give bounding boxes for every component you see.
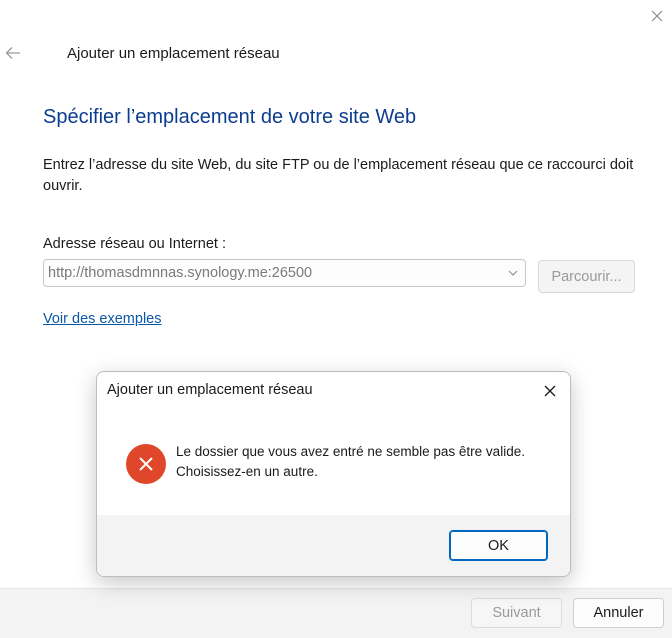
back-button[interactable] (2, 40, 24, 66)
wizard-title: Ajouter un emplacement réseau (67, 45, 280, 62)
chevron-down-icon (508, 270, 518, 276)
page-heading: Spécifier l’emplacement de votre site We… (43, 106, 417, 128)
error-icon (126, 444, 166, 484)
dialog-message-line-1: Le dossier que vous avez entré ne semble… (176, 444, 525, 459)
next-button[interactable]: Suivant (471, 598, 562, 628)
examples-link[interactable]: Voir des exemples (43, 311, 161, 327)
dialog-close-button[interactable] (537, 378, 563, 404)
dialog-title: Ajouter un emplacement réseau (107, 382, 313, 398)
error-dialog: Ajouter un emplacement réseau Le dossier… (96, 371, 571, 577)
browse-button[interactable]: Parcourir... (538, 260, 635, 293)
ok-button[interactable]: OK (449, 530, 548, 561)
address-label: Adresse réseau ou Internet : (43, 236, 226, 252)
address-dropdown-button[interactable] (501, 260, 525, 286)
cancel-button[interactable]: Annuler (573, 598, 664, 628)
window-close-button[interactable] (644, 3, 670, 29)
dialog-message: Le dossier que vous avez entré ne semble… (176, 442, 556, 482)
address-input[interactable] (44, 260, 501, 286)
wizard-footer (0, 588, 672, 638)
page-description: Entrez l’adresse du site Web, du site FT… (43, 157, 634, 194)
close-icon (651, 10, 663, 22)
arrow-left-icon (5, 47, 20, 59)
address-combobox[interactable] (43, 259, 526, 287)
close-icon (544, 385, 556, 397)
dialog-message-line-2: Choisissez-en un autre. (176, 464, 318, 479)
error-cross-glyph (139, 457, 153, 471)
